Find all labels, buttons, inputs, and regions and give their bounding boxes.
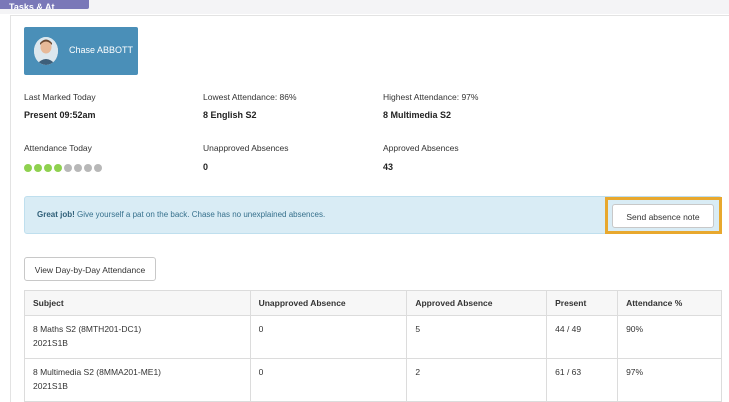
- unapproved-absences-label: Unapproved Absences: [203, 143, 289, 153]
- alert-strong: Great job!: [37, 210, 75, 219]
- lowest-attendance-value: 8 English S2: [203, 110, 257, 120]
- cell-present: 61 / 63: [546, 358, 619, 402]
- last-marked-value: Present 09:52am: [24, 110, 96, 120]
- last-marked-label: Last Marked Today: [24, 92, 96, 102]
- alert-body: Give yourself a pat on the back. Chase h…: [74, 210, 326, 219]
- table-row[interactable]: 8 Multimedia S2 (8MMA201-ME1) 2021S1B 0 2…: [24, 358, 722, 402]
- attendance-dot: [44, 164, 52, 172]
- subject-name: 8 Maths S2 (8MTH201-DC1): [33, 324, 142, 334]
- approved-absences-value: 43: [383, 162, 394, 172]
- attendance-today-label: Attendance Today: [24, 143, 92, 153]
- alert-message: Great job! Give yourself a pat on the ba…: [37, 210, 325, 219]
- subject-period: 2021S1B: [33, 338, 68, 348]
- attendance-dot: [34, 164, 42, 172]
- approved-absences-label: Approved Absences: [383, 143, 459, 153]
- attendance-dot: [94, 164, 102, 172]
- cell-subject: 8 Multimedia S2 (8MMA201-ME1) 2021S1B: [24, 358, 251, 402]
- col-subject[interactable]: Subject: [24, 290, 251, 316]
- subject-period: 2021S1B: [33, 381, 68, 391]
- col-approved[interactable]: Approved Absence: [406, 290, 548, 316]
- lowest-attendance-label: Lowest Attendance: 86%: [203, 92, 297, 102]
- cell-percent: 90%: [617, 315, 722, 359]
- col-present[interactable]: Present: [546, 290, 619, 316]
- attendance-dot: [24, 164, 32, 172]
- attendance-dot: [74, 164, 82, 172]
- avatar: [34, 37, 58, 65]
- highest-attendance-value: 8 Multimedia S2: [383, 110, 452, 120]
- table-row[interactable]: 8 Maths S2 (8MTH201-DC1) 2021S1B 0 5 44 /…: [24, 315, 722, 359]
- tab-tasks-attendance[interactable]: Tasks & At: [0, 0, 89, 9]
- highest-attendance-label: Highest Attendance: 97%: [383, 92, 479, 102]
- col-percent[interactable]: Attendance %: [617, 290, 722, 316]
- cell-approved: 5: [406, 315, 548, 359]
- cell-percent: 97%: [617, 358, 722, 402]
- top-bar: [0, 0, 729, 14]
- view-day-by-day-button[interactable]: View Day-by-Day Attendance: [24, 257, 156, 281]
- unapproved-absences-value: 0: [203, 162, 209, 172]
- cell-unapproved: 0: [249, 315, 408, 359]
- attendance-today-dots: [24, 164, 102, 172]
- table-header-row: Subject Unapproved Absence Approved Abse…: [24, 290, 722, 316]
- cell-approved: 2: [406, 358, 548, 402]
- subject-name: 8 Multimedia S2 (8MMA201-ME1): [33, 367, 162, 377]
- cell-subject: 8 Maths S2 (8MTH201-DC1) 2021S1B: [24, 315, 251, 359]
- student-name: Chase ABBOTT: [69, 45, 134, 55]
- attendance-dot: [84, 164, 92, 172]
- send-absence-note-button[interactable]: Send absence note: [612, 204, 714, 228]
- cell-unapproved: 0: [249, 358, 408, 402]
- attendance-table: Subject Unapproved Absence Approved Abse…: [24, 290, 722, 402]
- attendance-dot: [54, 164, 62, 172]
- cell-present: 44 / 49: [546, 315, 619, 359]
- student-card[interactable]: Chase ABBOTT: [24, 27, 138, 75]
- col-unapproved[interactable]: Unapproved Absence: [249, 290, 408, 316]
- attendance-dot: [64, 164, 72, 172]
